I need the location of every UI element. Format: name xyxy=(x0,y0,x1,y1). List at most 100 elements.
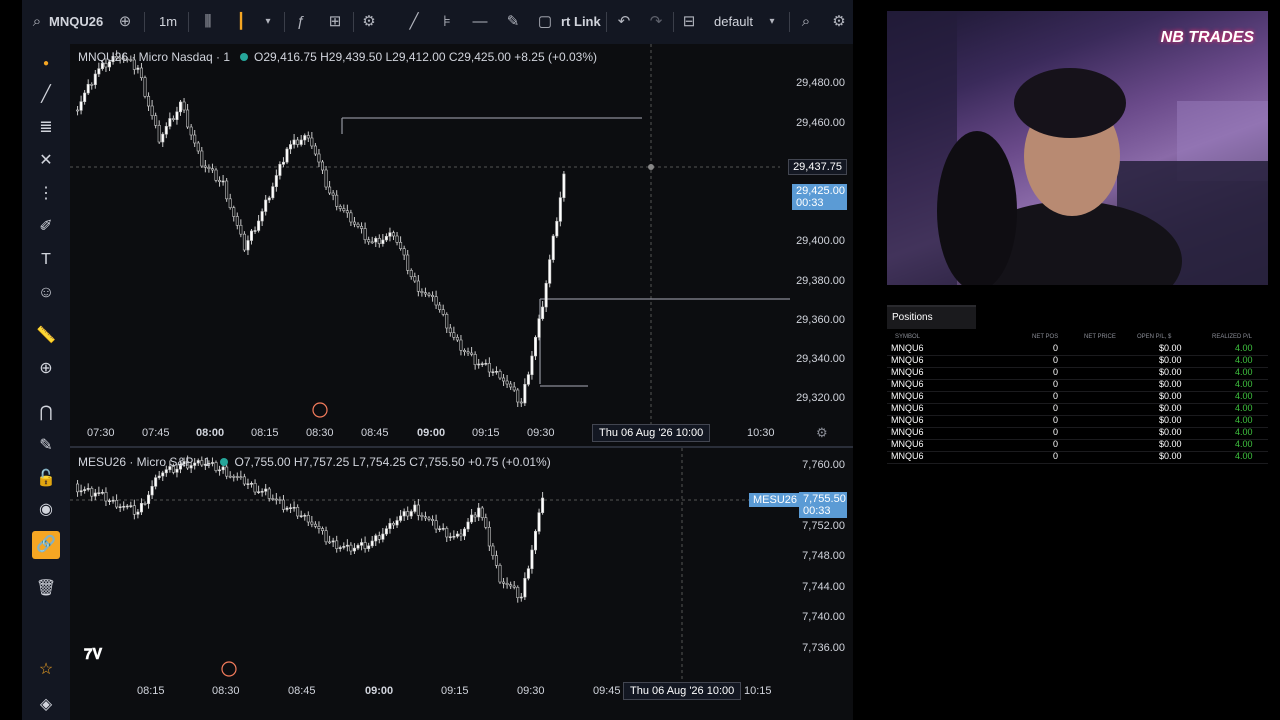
fib-icon[interactable]: ⊧ xyxy=(436,11,458,33)
column-header[interactable]: NET PRICE xyxy=(1084,334,1116,340)
pen-icon[interactable]: ✎ xyxy=(502,11,524,33)
brush-tool-icon[interactable]: ✐ xyxy=(35,216,57,238)
link-icon[interactable]: 🔗 xyxy=(32,531,60,559)
candle-body xyxy=(76,483,80,493)
candle-body xyxy=(303,515,307,517)
undo-icon[interactable]: ↶ xyxy=(613,11,635,33)
positions-tab[interactable]: Positions xyxy=(887,305,976,329)
trendline-icon[interactable]: ╱ xyxy=(403,11,425,33)
candle-body xyxy=(409,511,413,517)
candle-body xyxy=(526,374,530,385)
candle-body xyxy=(296,139,300,145)
candle-body xyxy=(93,73,97,85)
candle-body xyxy=(278,499,282,501)
net-pos-cell: 0 xyxy=(1053,451,1059,461)
candle-body xyxy=(115,500,119,508)
symbol-cell: MNQU6 xyxy=(891,451,924,461)
symbol-search[interactable]: MNQU26 xyxy=(49,11,103,33)
chart-pane-nasdaq[interactable]: MNQU26 · Micro Nasdaq · 1 O29,416.75 H29,… xyxy=(70,44,853,446)
table-row[interactable]: MNQU6 0 $0.00 4.00 xyxy=(887,451,1268,464)
candle-body xyxy=(427,517,431,520)
column-header[interactable]: REALIZED P/L xyxy=(1212,334,1252,340)
pattern-tool-icon[interactable]: ✕ xyxy=(35,150,57,172)
candle-body xyxy=(484,517,488,528)
trash-icon[interactable]: 🗑 xyxy=(35,578,57,600)
candle-body xyxy=(452,332,456,338)
layout-chevron-icon[interactable]: ▾ xyxy=(761,11,783,33)
open-pl-cell: $0.00 xyxy=(1159,439,1182,449)
chevron-down-icon[interactable]: ▾ xyxy=(257,11,279,33)
settings-icon[interactable]: ⚙ xyxy=(358,11,380,33)
layers-icon[interactable]: ◈ xyxy=(35,694,57,716)
trendline-tool-icon[interactable]: ╱ xyxy=(35,84,57,106)
ruler-tool-icon[interactable]: 📏 xyxy=(35,325,57,347)
x-tick: 07:30 xyxy=(87,427,115,439)
candle-body xyxy=(335,540,339,549)
candle-body xyxy=(154,477,158,487)
candle-body xyxy=(360,542,364,546)
candle-body xyxy=(289,507,293,509)
legend-symbol: MNQU26 · Micro Nasdaq · 1 xyxy=(78,50,231,64)
redo-icon[interactable]: ↷ xyxy=(645,11,667,33)
channel-tool-icon[interactable]: ≣ xyxy=(35,117,57,139)
candle-body xyxy=(402,511,406,517)
brand-logo: NB TRADES xyxy=(1160,29,1254,46)
time-settings-icon[interactable]: ⚙ xyxy=(816,425,828,441)
text-tool-icon[interactable]: T xyxy=(35,249,57,271)
layout-name[interactable]: default xyxy=(714,11,753,33)
cursor-dot-icon[interactable]: ● xyxy=(35,53,57,75)
lock-icon[interactable]: 🔓 xyxy=(35,468,57,490)
last-price-value: 29,425.00 xyxy=(796,185,845,197)
gann-tool-icon[interactable]: ⋮ xyxy=(35,183,57,205)
candle-body xyxy=(502,581,506,584)
candle-body xyxy=(313,145,317,155)
layout-icon[interactable]: ⊟ xyxy=(678,11,700,33)
horizontal-line-icon[interactable]: — xyxy=(469,11,491,33)
candle-body xyxy=(335,194,339,207)
candle-body xyxy=(455,533,459,537)
column-header[interactable]: OPEN P/L, $ xyxy=(1137,334,1171,340)
chart-pane-sp[interactable]: MESU26 · Micro S&P · 1 O7,755.00 H7,757.2… xyxy=(70,448,853,720)
gear-icon[interactable]: ⚙ xyxy=(828,11,850,33)
candle-body xyxy=(143,503,147,505)
star-icon[interactable]: ☆ xyxy=(35,659,57,681)
eye-icon[interactable]: ◉ xyxy=(35,499,57,521)
nasdaq-price-chart[interactable] xyxy=(70,44,853,446)
candle-body xyxy=(370,241,374,244)
candle-body xyxy=(533,337,537,357)
candle-body xyxy=(317,153,321,163)
candle-body xyxy=(225,180,229,200)
add-symbol-icon[interactable]: ⊕ xyxy=(114,11,136,33)
zoom-icon[interactable]: ⌕ xyxy=(795,11,817,33)
column-header[interactable]: SYMBOL xyxy=(895,334,920,340)
open-pl-cell: $0.00 xyxy=(1159,343,1182,353)
candle-body xyxy=(299,139,303,145)
candle-body xyxy=(338,547,342,549)
interval-button[interactable]: 1m xyxy=(159,11,177,33)
zoom-in-icon[interactable]: ⊕ xyxy=(35,358,57,380)
candle-body xyxy=(271,498,275,500)
templates-icon[interactable]: ⊞ xyxy=(324,11,346,33)
market-open-dot xyxy=(220,458,229,466)
indicators-icon[interactable]: ƒ xyxy=(290,11,312,33)
y-tick: 7,752.00 xyxy=(802,520,845,532)
sp-price-chart[interactable] xyxy=(70,448,853,708)
candles-icon[interactable]: ┃ xyxy=(230,11,252,33)
link-label[interactable]: rt Link xyxy=(561,11,601,33)
lock-drawing-icon[interactable]: ✎ xyxy=(35,435,57,457)
search-icon[interactable]: ⌕ xyxy=(26,11,48,33)
candle-body xyxy=(384,236,388,241)
column-header[interactable]: NET POS xyxy=(1032,334,1058,340)
positions-panel: Positions SYMBOL NET POS NET PRICE OPEN … xyxy=(887,305,1268,465)
candle-body xyxy=(487,527,491,547)
candle-body xyxy=(345,544,349,547)
candle-body xyxy=(168,118,172,127)
candle-body xyxy=(498,565,502,583)
rectangle-icon[interactable]: ▢ xyxy=(534,11,556,33)
magnet-icon[interactable]: ⋂ xyxy=(35,402,57,424)
legend-ohlc: O7,755.00 H7,757.25 L7,754.25 C7,755.50 … xyxy=(234,455,551,469)
candle-body xyxy=(530,355,534,375)
bar-style-icon[interactable]: ⫼ xyxy=(197,11,219,33)
emoji-tool-icon[interactable]: ☺ xyxy=(35,282,57,304)
candle-body xyxy=(292,139,296,145)
